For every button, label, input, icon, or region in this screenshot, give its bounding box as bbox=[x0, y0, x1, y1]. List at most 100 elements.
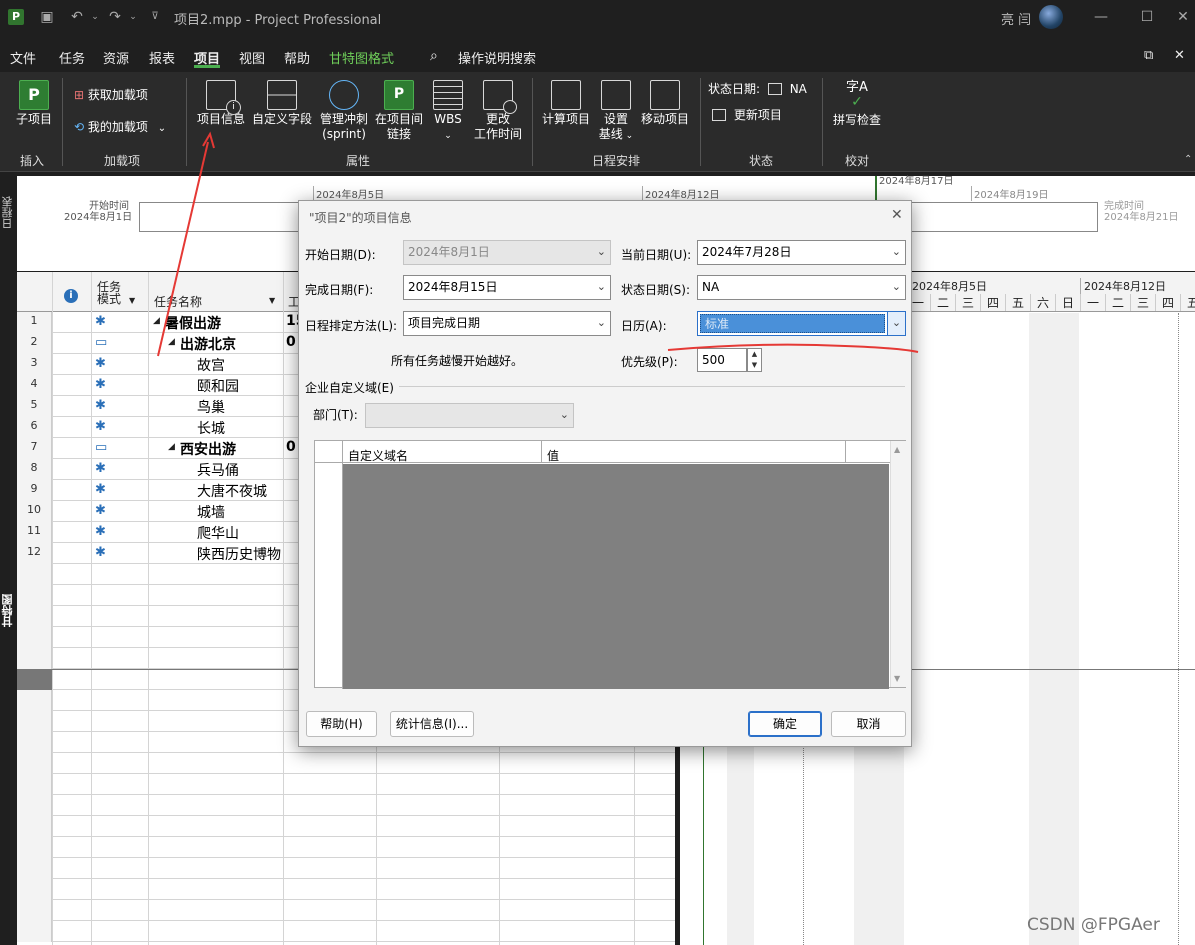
task-name[interactable]: 故宫 bbox=[197, 355, 283, 375]
row-number[interactable]: 10 bbox=[17, 501, 52, 522]
finish-date-field[interactable]: 2024年8月15日 ⌄ bbox=[403, 275, 611, 300]
row-number[interactable]: 1 bbox=[17, 312, 52, 333]
save-icon[interactable]: ▣ bbox=[38, 8, 56, 26]
row-number[interactable] bbox=[17, 858, 52, 879]
calendar-select[interactable]: 标准 ⌄ bbox=[697, 311, 906, 336]
menu-view[interactable]: 视图 bbox=[239, 48, 265, 67]
row-number[interactable]: 9 bbox=[17, 480, 52, 501]
status-date-button[interactable]: 状态日期: NA bbox=[708, 80, 807, 97]
task-name[interactable]: 西安出游 bbox=[180, 439, 283, 459]
row-number[interactable] bbox=[17, 753, 52, 774]
restore-ribbon-icon[interactable]: ⧉ bbox=[1144, 48, 1153, 63]
table-row[interactable] bbox=[17, 921, 675, 942]
selected-row-header[interactable] bbox=[17, 670, 52, 690]
subproject-button[interactable]: P 子项目 bbox=[12, 80, 56, 127]
table-scrollbar[interactable]: ▲ ▼ bbox=[890, 441, 906, 687]
status-date-field[interactable]: NA ⌄ bbox=[697, 275, 906, 300]
task-name[interactable]: 颐和园 bbox=[197, 376, 283, 396]
table-row[interactable] bbox=[17, 816, 675, 837]
task-name[interactable]: 长城 bbox=[197, 418, 283, 438]
row-number[interactable] bbox=[17, 795, 52, 816]
row-number[interactable]: 6 bbox=[17, 417, 52, 438]
ok-button[interactable]: 确定 bbox=[748, 711, 822, 737]
row-number[interactable]: 3 bbox=[17, 354, 52, 375]
row-number[interactable] bbox=[17, 564, 52, 585]
row-number[interactable]: 11 bbox=[17, 522, 52, 543]
help-button[interactable]: 帮助(H) bbox=[306, 711, 377, 737]
row-number[interactable]: 12 bbox=[17, 543, 52, 564]
task-name[interactable]: 出游北京 bbox=[180, 334, 283, 354]
link-projects-button[interactable]: P 在项目间 链接 bbox=[372, 80, 426, 142]
col-header-name[interactable]: 任务名称 bbox=[154, 293, 202, 310]
statistics-button[interactable]: 统计信息(I)... bbox=[390, 711, 474, 737]
row-number[interactable] bbox=[17, 711, 52, 732]
table-row[interactable] bbox=[17, 858, 675, 879]
undo-icon[interactable]: ↶ bbox=[68, 8, 86, 26]
row-number[interactable] bbox=[17, 690, 52, 711]
row-number[interactable]: 8 bbox=[17, 459, 52, 480]
row-number[interactable] bbox=[17, 921, 52, 942]
row-number[interactable] bbox=[17, 879, 52, 900]
schedule-from-select[interactable]: 项目完成日期 ⌄ bbox=[403, 311, 611, 336]
scroll-up-icon[interactable]: ▲ bbox=[894, 445, 900, 454]
row-number[interactable] bbox=[17, 816, 52, 837]
dialog-close-icon[interactable]: ✕ bbox=[891, 207, 903, 223]
task-duration[interactable]: 0 bbox=[286, 334, 296, 350]
spelling-button[interactable]: 字A ✓ 拼写检查 bbox=[830, 80, 884, 128]
close-doc-icon[interactable]: ✕ bbox=[1174, 48, 1185, 63]
calculate-project-button[interactable]: 计算项目 bbox=[538, 80, 594, 127]
table-row[interactable] bbox=[17, 837, 675, 858]
row-number[interactable]: 2 bbox=[17, 333, 52, 354]
row-number[interactable]: 5 bbox=[17, 396, 52, 417]
cancel-button[interactable]: 取消 bbox=[831, 711, 906, 737]
scroll-down-icon[interactable]: ▼ bbox=[894, 674, 900, 683]
get-addins-button[interactable]: ⊞ 获取加载项 bbox=[74, 86, 148, 103]
task-name[interactable]: 暑假出游 bbox=[165, 313, 283, 333]
move-project-button[interactable]: 移动项目 bbox=[638, 80, 692, 127]
current-date-field[interactable]: 2024年7月28日 ⌄ bbox=[697, 240, 906, 265]
row-number[interactable]: 4 bbox=[17, 375, 52, 396]
table-row[interactable] bbox=[17, 795, 675, 816]
row-number[interactable] bbox=[17, 732, 52, 753]
customize-qat-icon[interactable]: ⊽ bbox=[146, 8, 164, 26]
custom-fields-table[interactable]: 自定义域名 值 ▲ ▼ bbox=[314, 440, 906, 689]
task-name[interactable]: 鸟巢 bbox=[197, 397, 283, 417]
task-name[interactable]: 陕西历史博物 bbox=[197, 544, 283, 564]
custom-fields-button[interactable]: 自定义字段 bbox=[250, 80, 314, 127]
collapse-ribbon-icon[interactable]: ⌃ bbox=[1184, 154, 1192, 165]
close-icon[interactable]: ✕ bbox=[1174, 8, 1192, 26]
wbs-button[interactable]: WBS ⌄ bbox=[428, 80, 468, 144]
my-addins-button[interactable]: ⟲ 我的加载项 ⌄ bbox=[74, 118, 166, 135]
redo-dropdown-icon[interactable]: ⌄ bbox=[124, 8, 142, 26]
col-header-mode[interactable]: 任务 模式 bbox=[97, 281, 121, 305]
project-info-button[interactable]: i 项目信息 bbox=[193, 80, 249, 127]
collapse-triangle-icon[interactable]: ◢ bbox=[153, 316, 160, 326]
menu-resource[interactable]: 资源 bbox=[103, 48, 129, 67]
priority-spin-buttons[interactable]: ▲ ▼ bbox=[747, 348, 762, 372]
task-duration[interactable]: 0 bbox=[286, 439, 296, 455]
row-number[interactable] bbox=[17, 900, 52, 921]
row-number[interactable]: 7 bbox=[17, 438, 52, 459]
collapse-triangle-icon[interactable]: ◢ bbox=[168, 442, 175, 452]
table-row[interactable] bbox=[17, 879, 675, 900]
table-row[interactable] bbox=[17, 774, 675, 795]
task-name[interactable]: 兵马俑 bbox=[197, 460, 283, 480]
menu-report[interactable]: 报表 bbox=[149, 48, 175, 67]
update-project-button[interactable]: 更新项目 bbox=[712, 106, 782, 123]
manage-sprints-button[interactable]: 管理冲刺 (sprint) bbox=[316, 80, 372, 142]
col-header-name-arrow[interactable]: ▼ bbox=[269, 296, 275, 305]
col-header-mode-arrow[interactable]: ▼ bbox=[129, 296, 135, 305]
redo-icon[interactable]: ↷ bbox=[106, 8, 124, 26]
collapse-triangle-icon[interactable]: ◢ bbox=[168, 337, 175, 347]
undo-dropdown-icon[interactable]: ⌄ bbox=[86, 8, 104, 26]
change-working-time-button[interactable]: 更改 工作时间 bbox=[470, 80, 526, 142]
row-number[interactable] bbox=[17, 627, 52, 648]
set-baseline-button[interactable]: 设置 基线 ⌄ bbox=[596, 80, 636, 144]
row-number[interactable] bbox=[17, 606, 52, 627]
tell-me-search[interactable]: 操作说明搜索 bbox=[458, 48, 536, 67]
priority-stepper[interactable]: 500 bbox=[697, 348, 747, 372]
maximize-icon[interactable]: ☐ bbox=[1138, 8, 1156, 26]
row-number[interactable] bbox=[17, 774, 52, 795]
row-number[interactable] bbox=[17, 648, 52, 669]
row-number[interactable] bbox=[17, 585, 52, 606]
